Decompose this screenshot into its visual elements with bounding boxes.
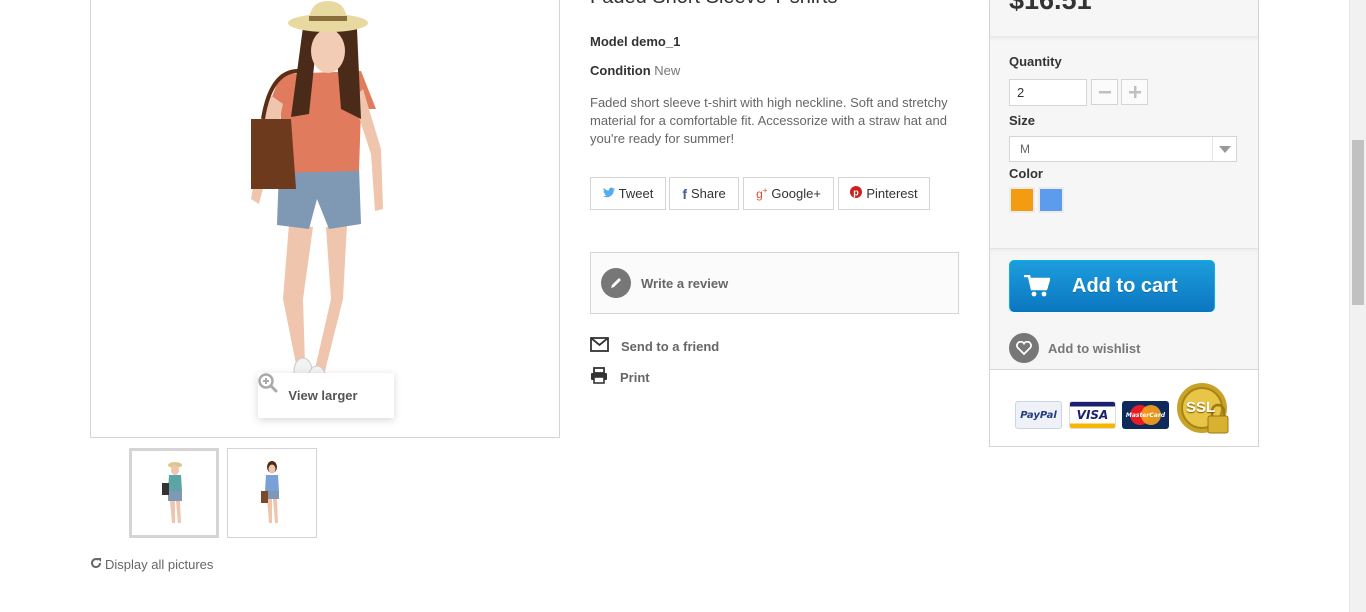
paypal-text: PayPal — [1020, 409, 1057, 421]
twitter-icon — [602, 186, 615, 201]
send-to-friend-label: Send to a friend — [621, 338, 720, 354]
refresh-icon — [90, 557, 102, 572]
size-select[interactable]: M — [1009, 136, 1237, 162]
add-to-wishlist-label: Add to wishlist — [1048, 340, 1141, 356]
thumbnail-1[interactable] — [129, 448, 219, 538]
view-larger-button[interactable]: View larger — [258, 373, 394, 418]
tweet-label: Tweet — [618, 186, 654, 201]
send-to-friend-link[interactable]: Send to a friend — [590, 337, 719, 355]
product-description: Faded short sleeve t-shirt with high nec… — [590, 95, 948, 146]
plus-icon — [1128, 82, 1141, 102]
heart-icon — [1009, 333, 1039, 363]
add-to-wishlist-link[interactable]: Add to wishlist — [1009, 333, 1140, 363]
condition-line: Condition New — [590, 63, 680, 78]
color-swatch-blue[interactable] — [1038, 187, 1064, 213]
color-swatch-orange[interactable] — [1009, 187, 1035, 213]
thumbnail-photo-2 — [261, 461, 279, 523]
write-review-label: Write a review — [641, 275, 729, 291]
quantity-increase-button[interactable] — [1121, 79, 1148, 105]
facebook-icon: f — [682, 185, 687, 202]
quantity-decrease-button[interactable] — [1091, 79, 1118, 105]
pinterest-icon: p — [850, 186, 863, 201]
printer-icon — [590, 367, 608, 387]
size-label: Size — [1009, 113, 1036, 128]
quantity-input[interactable] — [1009, 79, 1087, 106]
pencil-icon — [601, 268, 631, 298]
size-selected-value: M — [1020, 142, 1030, 156]
ssl-seal: SSL — [1176, 382, 1232, 438]
product-title: Faded Short Sleeve T-shirts — [590, 0, 838, 9]
condition-value: New — [654, 63, 681, 78]
google-plus-label: Google+ — [771, 186, 821, 201]
envelope-icon — [590, 337, 609, 355]
payment-logos: PayPal VISA MasterCard SSL — [990, 369, 1258, 446]
mastercard-logo: MasterCard — [1122, 401, 1169, 429]
model-value: demo_1 — [631, 34, 681, 49]
cart-area: Add to cart Add to wishlist — [990, 248, 1258, 369]
visa-text: VISA — [1076, 408, 1109, 422]
product-price: $16.51 — [1009, 0, 1092, 15]
pinterest-button[interactable]: p Pinterest — [838, 177, 930, 210]
display-all-pictures-link[interactable]: Display all pictures — [90, 557, 213, 572]
scrollbar-thumb[interactable] — [1352, 140, 1364, 305]
share-label: Share — [690, 186, 726, 201]
tweet-button[interactable]: Tweet — [590, 177, 666, 210]
mastercard-text: MasterCard — [1125, 411, 1166, 419]
color-label: Color — [1009, 166, 1043, 181]
print-label: Print — [620, 369, 650, 385]
svg-text:p: p — [854, 188, 860, 198]
main-product-image[interactable]: View larger — [90, 0, 560, 438]
visa-logo: VISA — [1069, 401, 1116, 429]
minus-icon — [1098, 82, 1111, 102]
write-review-button[interactable]: Write a review — [590, 252, 959, 314]
thumbnail-photo-1 — [162, 462, 182, 523]
add-to-cart-button[interactable]: Add to cart — [1009, 260, 1215, 312]
condition-label: Condition — [590, 63, 651, 78]
add-to-cart-label: Add to cart — [1072, 274, 1178, 297]
google-plus-button[interactable]: g+ Google+ — [743, 177, 834, 210]
thumbnail-2[interactable] — [227, 448, 317, 538]
model-line: Model demo_1 — [590, 34, 680, 49]
quantity-label: Quantity — [1009, 54, 1062, 69]
model-label: Model — [590, 34, 628, 49]
paypal-logo: PayPal — [1015, 401, 1062, 429]
ssl-text: SSL — [1186, 399, 1216, 416]
page-scrollbar[interactable] — [1349, 0, 1366, 612]
pinterest-label: Pinterest — [866, 186, 918, 201]
chevron-down-icon — [1212, 137, 1236, 161]
buy-box: $16.51 Quantity Size M Color Add to cart — [989, 0, 1259, 447]
google-plus-icon: g+ — [756, 186, 768, 201]
view-larger-label: View larger — [288, 388, 358, 403]
display-all-label: Display all pictures — [105, 557, 214, 572]
price-area: $16.51 — [990, 0, 1258, 37]
shopping-cart-icon — [1010, 261, 1064, 311]
facebook-share-button[interactable]: f Share — [669, 177, 739, 210]
print-link[interactable]: Print — [590, 367, 650, 387]
